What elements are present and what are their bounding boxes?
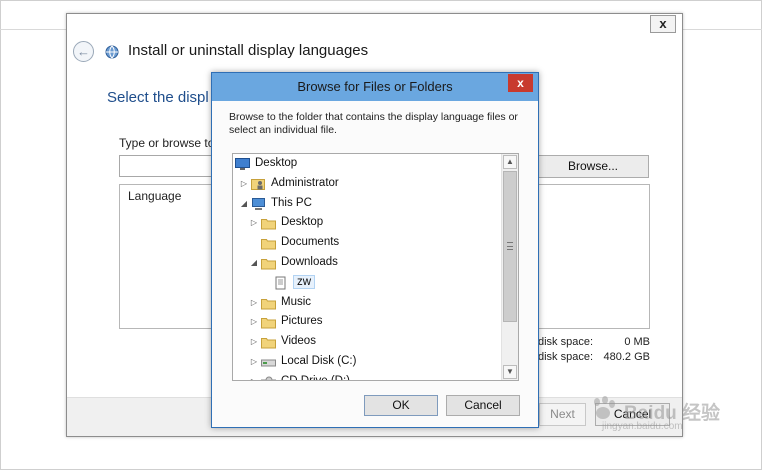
watermark: Baidu 经验 jingyan.baidu.com bbox=[588, 396, 720, 436]
ok-button[interactable]: OK bbox=[364, 395, 438, 416]
tree-item[interactable]: ▷ Pictures bbox=[233, 313, 503, 332]
tree-item[interactable]: ▷ Videos bbox=[233, 333, 503, 352]
dialog-body: Browse to the folder that contains the d… bbox=[212, 101, 538, 427]
folder-tree[interactable]: Desktop ▷ Administrator ◢ This PC ▷ Desktop Doc… bbox=[232, 153, 519, 381]
tree-item-label: CD Drive (D:) bbox=[281, 374, 350, 381]
expand-arrow-icon[interactable]: ▷ bbox=[249, 336, 259, 348]
folder-icon bbox=[261, 315, 276, 329]
scroll-up-icon[interactable]: ▲ bbox=[503, 155, 517, 169]
tree-item[interactable]: ▷ CD Drive (D:) bbox=[233, 373, 503, 381]
tree-scrollbar[interactable]: ▲ ▼ bbox=[501, 154, 518, 380]
tree-item-label: Pictures bbox=[281, 315, 323, 328]
language-column-header: Language bbox=[128, 189, 182, 203]
paw-logo-icon bbox=[594, 396, 615, 419]
folder-icon bbox=[261, 236, 276, 250]
tree-item[interactable]: ▷ Desktop bbox=[233, 214, 503, 233]
tree-item[interactable]: zw bbox=[233, 274, 503, 293]
drive-icon bbox=[261, 355, 276, 369]
tree-item-label: Videos bbox=[281, 335, 316, 348]
expand-arrow-icon[interactable]: ▷ bbox=[249, 316, 259, 328]
tree-item[interactable]: ▷ Local Disk (C:) bbox=[233, 353, 503, 372]
tree-item-label: zw bbox=[293, 274, 316, 289]
cd-drive-icon bbox=[261, 375, 276, 380]
watermark-url: jingyan.baidu.com bbox=[602, 421, 683, 432]
tree-item-label: This PC bbox=[271, 196, 312, 209]
user-folder-icon bbox=[251, 177, 266, 191]
tree-item-label: Desktop bbox=[255, 157, 298, 169]
window-header: ← Install or uninstall display languages bbox=[71, 40, 471, 64]
dialog-title: Browse for Files or Folders bbox=[297, 79, 453, 94]
disk-space-required-value: 0 MB bbox=[624, 336, 650, 348]
expand-arrow-icon[interactable]: ▷ bbox=[249, 297, 259, 309]
browse-dialog: Browse for Files or Folders x Browse to … bbox=[211, 72, 539, 428]
tree-item-label: Documents bbox=[281, 236, 340, 249]
dialog-close-button[interactable]: x bbox=[508, 74, 533, 92]
tree-item[interactable]: ◢ This PC bbox=[233, 195, 503, 214]
back-arrow-icon[interactable]: ← bbox=[73, 41, 94, 62]
disk-space-available-value: 480.2 GB bbox=[603, 351, 650, 363]
expand-arrow-icon[interactable]: ▷ bbox=[249, 356, 259, 368]
folder-icon bbox=[261, 335, 276, 349]
language-icon bbox=[105, 45, 119, 59]
tree-item[interactable]: ◢ Downloads bbox=[233, 254, 503, 273]
expand-arrow-icon[interactable]: ▷ bbox=[249, 217, 259, 229]
folder-icon bbox=[261, 256, 276, 270]
dialog-cancel-button[interactable]: Cancel bbox=[446, 395, 520, 416]
page-heading: Select the displ bbox=[107, 89, 209, 106]
collapse-arrow-icon[interactable]: ◢ bbox=[239, 198, 249, 210]
expand-arrow-icon[interactable]: ▷ bbox=[249, 376, 259, 380]
tree-item-label: Desktop bbox=[281, 216, 324, 229]
window-title: Install or uninstall display languages bbox=[128, 42, 369, 59]
tree-item[interactable]: Desktop bbox=[233, 155, 503, 174]
close-button[interactable]: x bbox=[650, 15, 676, 33]
scroll-down-icon[interactable]: ▼ bbox=[503, 365, 517, 379]
expand-arrow-icon[interactable]: ▷ bbox=[239, 178, 249, 190]
desktop-icon bbox=[235, 157, 250, 171]
path-input[interactable] bbox=[119, 155, 219, 177]
dialog-description: Browse to the folder that contains the d… bbox=[229, 111, 518, 136]
tree-item-label: Local Disk (C:) bbox=[281, 355, 357, 367]
tree-item-label: Music bbox=[281, 295, 312, 308]
computer-icon bbox=[251, 197, 266, 211]
folder-icon bbox=[261, 296, 276, 310]
path-label: Type or browse to bbox=[119, 136, 215, 150]
tree-item[interactable]: ▷ Music bbox=[233, 294, 503, 313]
next-button[interactable]: Next bbox=[539, 403, 586, 426]
tree-item[interactable]: ▷ Administrator bbox=[233, 175, 503, 194]
collapse-arrow-icon[interactable]: ◢ bbox=[249, 257, 259, 269]
tree-item[interactable]: Documents bbox=[233, 234, 503, 253]
tree-item-label: Downloads bbox=[281, 256, 338, 268]
browse-button[interactable]: Browse... bbox=[537, 155, 649, 178]
scroll-thumb[interactable] bbox=[503, 171, 517, 322]
dialog-titlebar: Browse for Files or Folders x bbox=[212, 73, 538, 101]
file-icon bbox=[273, 276, 288, 290]
tree-item-label: Administrator bbox=[271, 176, 339, 189]
folder-icon bbox=[261, 216, 276, 230]
